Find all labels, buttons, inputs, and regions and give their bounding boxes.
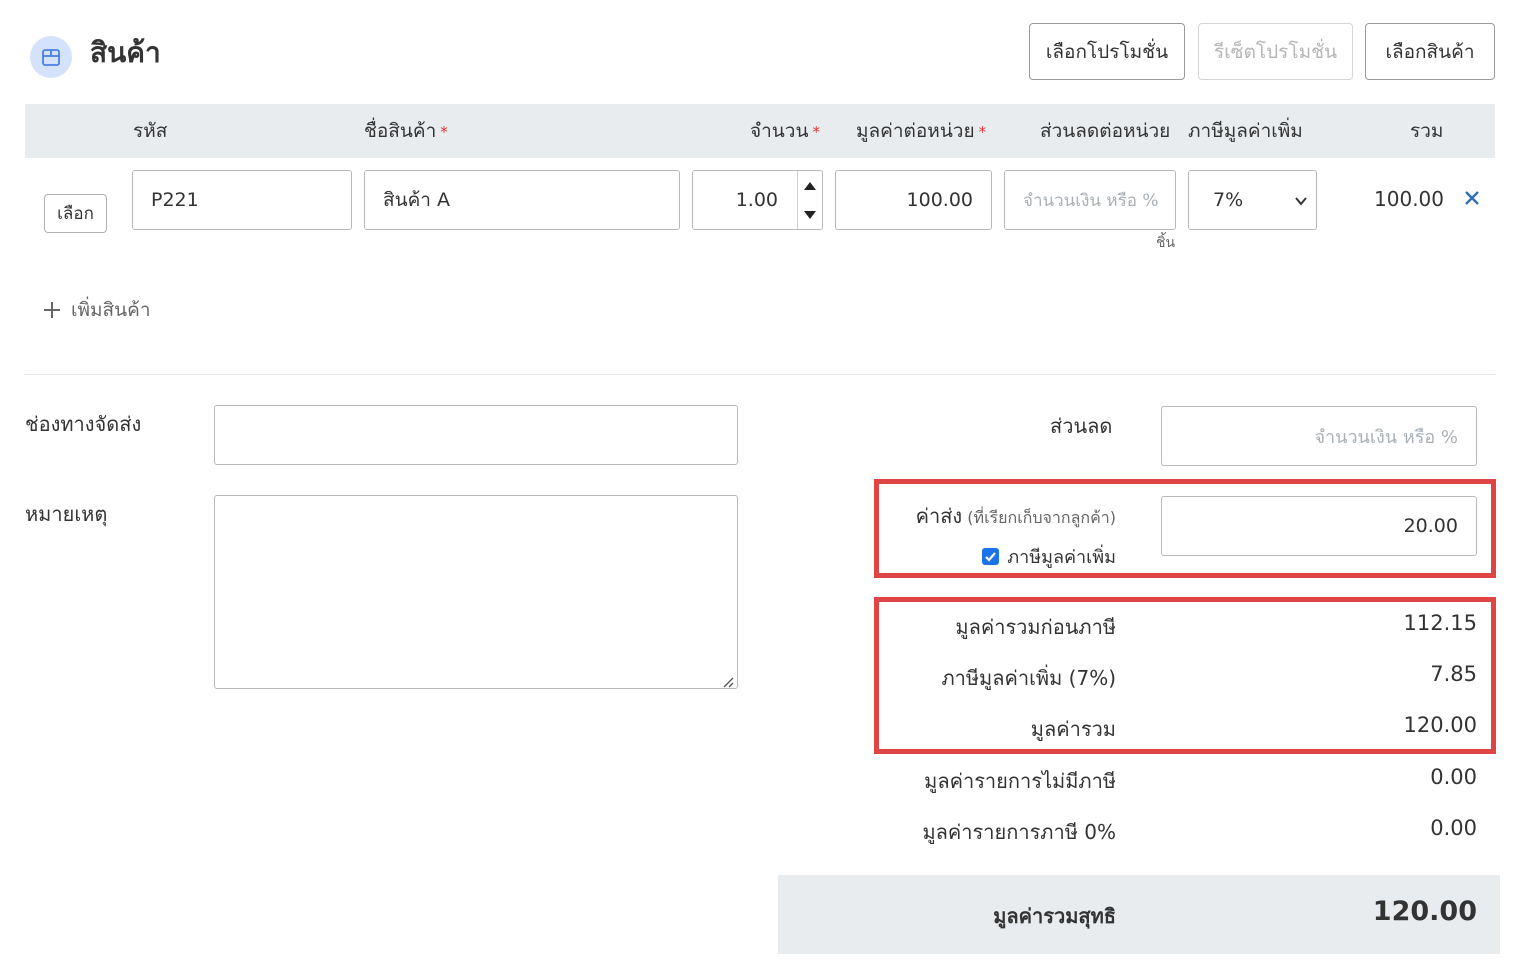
- close-icon[interactable]: [1463, 189, 1481, 211]
- increment-icon[interactable]: [798, 171, 822, 200]
- discount-label: ส่วนลด: [1050, 414, 1113, 438]
- column-quantity: จำนวน *: [750, 120, 820, 142]
- column-name: ชื่อสินค้า *: [364, 120, 448, 142]
- zero-vat-value: 0.00: [1430, 816, 1477, 840]
- select-promotion-button[interactable]: เลือกโปรโมชั่น: [1029, 23, 1185, 80]
- plus-icon: [44, 302, 60, 318]
- column-code: รหัส: [133, 120, 168, 142]
- section-title: สินค้า: [90, 36, 161, 69]
- note-label: หมายเหตุ: [25, 502, 108, 526]
- select-product-button[interactable]: เลือกสินค้า: [1365, 23, 1495, 80]
- code-input[interactable]: P221: [132, 170, 352, 230]
- add-item-button[interactable]: เพิ่มสินค้า: [42, 295, 151, 325]
- column-total: รวม: [1410, 120, 1444, 142]
- decrement-icon[interactable]: [798, 200, 822, 229]
- note-textarea[interactable]: [214, 495, 738, 689]
- total-label: มูลค่ารวม: [1030, 717, 1116, 741]
- discount-input[interactable]: จำนวนเงิน หรือ %: [1004, 170, 1176, 230]
- box-icon: [30, 36, 72, 78]
- unit-label: ชิ้น: [1156, 235, 1176, 251]
- resize-handle-icon[interactable]: [722, 673, 734, 692]
- chevron-down-icon: [1294, 193, 1308, 212]
- zero-vat-label: มูลค่ารายการภาษี 0%: [922, 820, 1116, 844]
- net-total-label: มูลค่ารวมสุทธิ: [993, 904, 1116, 928]
- shipping-channel-label: ช่องทางจัดส่ง: [25, 412, 142, 436]
- shipping-fee-input[interactable]: 20.00: [1161, 496, 1477, 556]
- name-input[interactable]: สินค้า A: [364, 170, 680, 230]
- column-discount: ส่วนลดต่อหน่วย: [1040, 120, 1171, 142]
- total-value: 120.00: [1403, 713, 1477, 737]
- divider: [25, 374, 1495, 375]
- vat-value: 7.85: [1430, 662, 1477, 686]
- column-vat: ภาษีมูลค่าเพิ่ม: [1188, 120, 1303, 142]
- total-discount-input[interactable]: จำนวนเงิน หรือ %: [1161, 406, 1477, 466]
- shipping-label: ค่าส่ง (ที่เรียกเก็บจากลูกค้า): [915, 504, 1116, 528]
- non-vat-value: 0.00: [1430, 765, 1477, 789]
- non-vat-label: มูลค่ารายการไม่มีภาษี: [924, 769, 1116, 793]
- shipping-channel-input[interactable]: [214, 405, 738, 465]
- quantity-value: 1.00: [735, 189, 778, 211]
- reset-promotion-button[interactable]: รีเซ็ตโปรโมชั่น: [1198, 23, 1353, 80]
- row-total: 100.00: [1374, 187, 1444, 211]
- vat-label: ภาษีมูลค่าเพิ่ม (7%): [941, 666, 1116, 690]
- vat-select-value: 7%: [1213, 189, 1244, 211]
- select-item-button[interactable]: เลือก: [44, 194, 107, 233]
- add-item-label: เพิ่มสินค้า: [71, 299, 151, 321]
- unit-price-input[interactable]: 100.00: [835, 170, 992, 230]
- column-unit-price: มูลค่าต่อหน่วย *: [856, 120, 987, 142]
- shipping-vat-option: ภาษีมูลค่าเพิ่ม: [880, 542, 1116, 571]
- net-total-value: 120.00: [1372, 896, 1477, 927]
- shipping-vat-checkbox[interactable]: [982, 548, 1000, 565]
- subtotal-value: 112.15: [1403, 611, 1477, 635]
- subtotal-label: มูลค่ารวมก่อนภาษี: [955, 615, 1116, 639]
